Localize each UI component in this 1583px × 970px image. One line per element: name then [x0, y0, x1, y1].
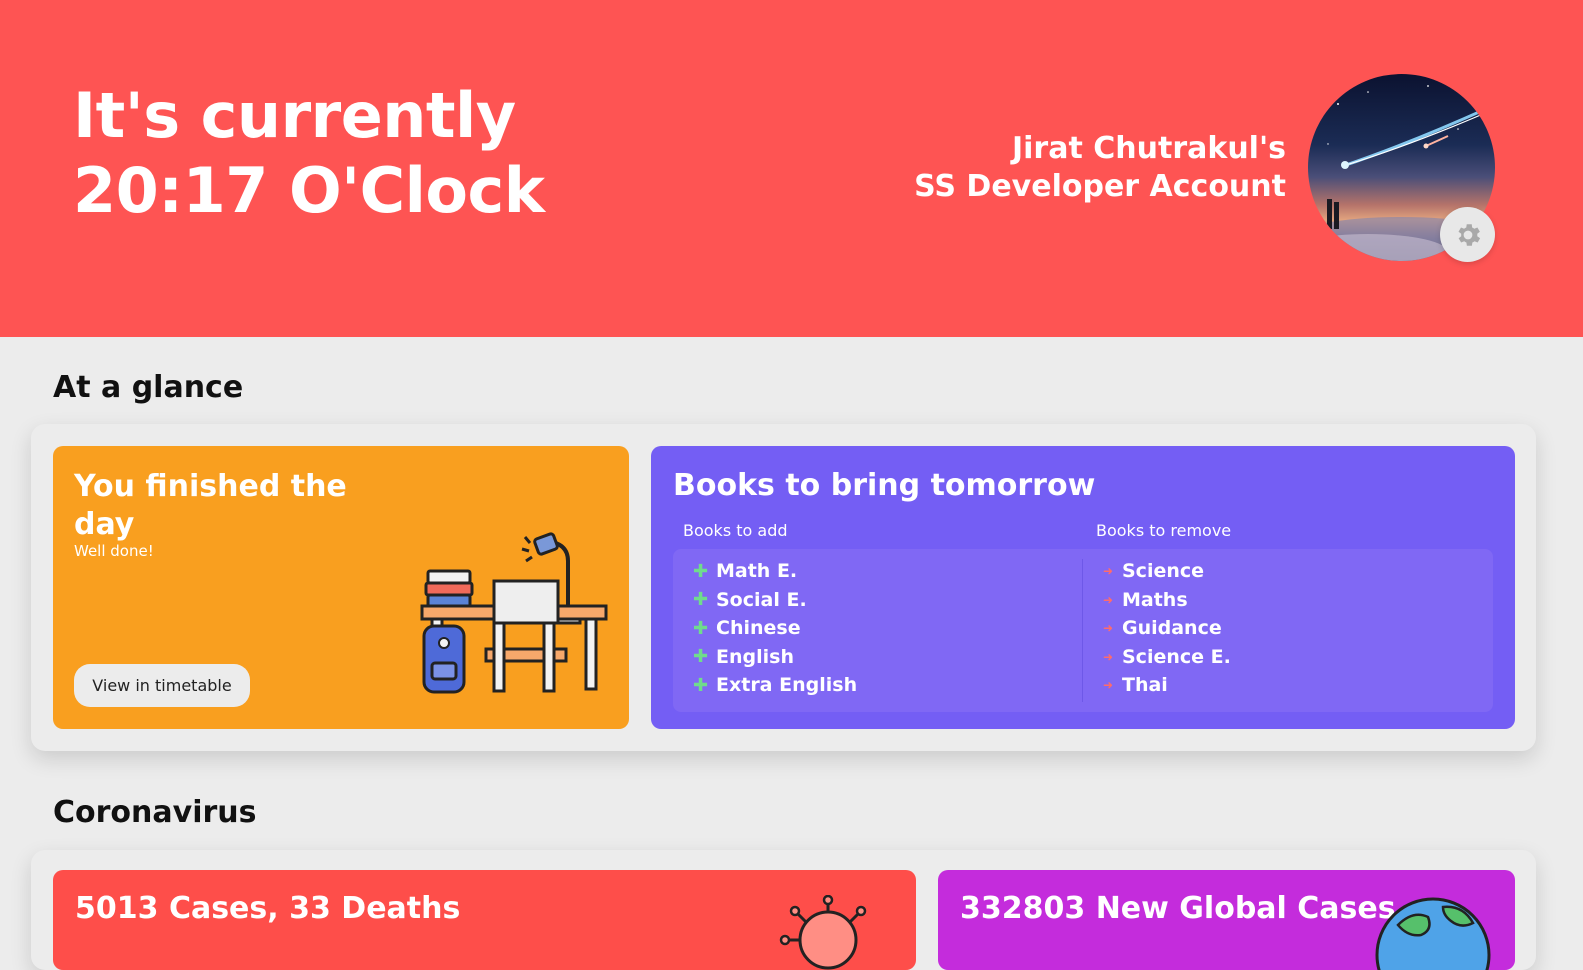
- list-item: ➜ Maths: [1103, 586, 1231, 615]
- desk-illustration: [420, 532, 608, 694]
- plus-icon: ✚: [693, 560, 709, 582]
- books-remove-list: ➜ Science ➜ Maths ➜ Guidance ➜ Science E. ➜ T…: [1103, 557, 1231, 700]
- account-type: SS Developer Account: [914, 169, 1286, 204]
- book-name: Extra English: [716, 674, 858, 697]
- book-name: Maths: [1122, 588, 1188, 611]
- divider: [1082, 559, 1083, 702]
- day-status-card: You finished the day Well done! View in …: [53, 446, 629, 729]
- section-title-glance: At a glance: [53, 370, 244, 405]
- virus-icon: [779, 895, 867, 970]
- list-item: ✚ English: [693, 643, 857, 672]
- plus-icon: ✚: [693, 646, 709, 668]
- arrow-right-icon: ➜: [1103, 649, 1114, 664]
- arrow-right-icon: ➜: [1103, 621, 1114, 636]
- book-name: Science: [1122, 560, 1205, 583]
- arrow-right-icon: ➜: [1103, 592, 1114, 607]
- local-cases-title: 5013 Cases, 33 Deaths: [75, 891, 461, 926]
- book-name: English: [716, 645, 794, 668]
- local-cases-card: 5013 Cases, 33 Deaths: [53, 870, 916, 970]
- book-name: Guidance: [1122, 617, 1222, 640]
- plus-icon: ✚: [693, 589, 709, 611]
- book-name: Math E.: [716, 560, 798, 583]
- section-title-coronavirus: Coronavirus: [53, 795, 257, 830]
- global-cases-card: 332803 New Global Cases: [938, 870, 1515, 970]
- arrow-right-icon: ➜: [1103, 564, 1114, 579]
- list-item: ➜ Thai: [1103, 671, 1231, 700]
- book-name: Social E.: [716, 588, 807, 611]
- plus-icon: ✚: [693, 617, 709, 639]
- book-name: Thai: [1122, 674, 1168, 697]
- gear-icon: [1458, 223, 1480, 246]
- plus-icon: ✚: [693, 674, 709, 696]
- books-list: ✚ Math E. ✚ Social E. ✚ Chinese ✚ English ✚ E…: [673, 549, 1493, 712]
- book-name: Chinese: [716, 617, 801, 640]
- books-remove-heading: Books to remove: [1096, 521, 1232, 540]
- books-card-title: Books to bring tomorrow: [673, 468, 1096, 503]
- list-item: ✚ Social E.: [693, 586, 857, 615]
- clock-display: It's currently 20:17 O'Clock: [73, 78, 545, 228]
- settings-button[interactable]: [1440, 207, 1495, 262]
- list-item: ✚ Math E.: [693, 557, 857, 586]
- list-item: ➜ Guidance: [1103, 614, 1231, 643]
- list-item: ➜ Science: [1103, 557, 1231, 586]
- books-add-list: ✚ Math E. ✚ Social E. ✚ Chinese ✚ English ✚ E…: [693, 557, 857, 700]
- day-card-subtitle: Well done!: [74, 542, 154, 560]
- books-card: Books to bring tomorrow Books to add Boo…: [651, 446, 1515, 729]
- account-info: Jirat Chutrakul's SS Developer Account: [914, 130, 1286, 206]
- day-card-title: You finished the day: [74, 469, 347, 542]
- globe-icon: [1375, 897, 1491, 970]
- clock-line-1: It's currently: [73, 79, 516, 152]
- clock-line-2: 20:17 O'Clock: [73, 154, 545, 227]
- list-item: ➜ Science E.: [1103, 643, 1231, 672]
- global-cases-title: 332803 New Global Cases: [960, 891, 1396, 926]
- list-item: ✚ Extra English: [693, 671, 857, 700]
- account-name: Jirat Chutrakul's: [1011, 131, 1286, 166]
- list-item: ✚ Chinese: [693, 614, 857, 643]
- book-name: Science E.: [1122, 645, 1231, 668]
- view-timetable-button[interactable]: View in timetable: [74, 664, 250, 707]
- books-add-heading: Books to add: [683, 521, 788, 540]
- arrow-right-icon: ➜: [1103, 678, 1114, 693]
